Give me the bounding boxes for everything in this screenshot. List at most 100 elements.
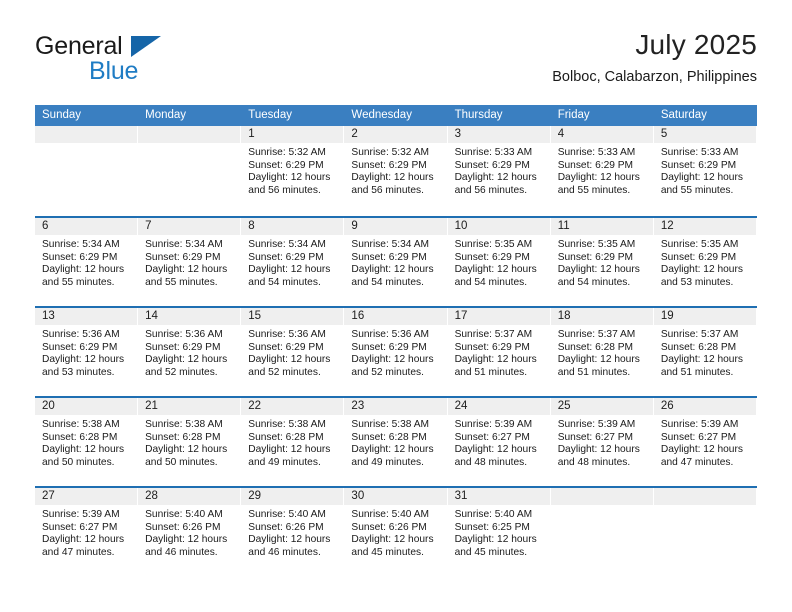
daylight-text-line1: Daylight: 12 hours <box>248 534 331 546</box>
daylight-text-line2: and 54 minutes. <box>557 276 631 288</box>
day-cell[interactable]: 8 Sunrise: 5:34 AM Sunset: 6:29 PM Daylight… <box>241 218 345 306</box>
sunrise-text: Sunrise: 5:39 AM <box>660 419 739 430</box>
day-cell[interactable]: 22 Sunrise: 5:38 AM Sunset: 6:28 PM Dayligh… <box>241 398 345 486</box>
day-cell[interactable]: 19 Sunrise: 5:37 AM Sunset: 6:28 PM Dayligh… <box>653 308 757 396</box>
sunset-text: Sunset: 6:29 PM <box>557 159 634 171</box>
daylight-text-line2: and 55 minutes. <box>145 276 218 288</box>
day-number: 16 <box>351 310 365 322</box>
day-cell[interactable]: 3 Sunrise: 5:33 AM Sunset: 6:29 PM Daylight… <box>447 126 551 214</box>
logo-text-general: General <box>35 32 123 60</box>
day-cell[interactable] <box>653 488 757 576</box>
sunset-text: Sunset: 6:27 PM <box>660 431 737 443</box>
day-number: 2 <box>351 128 358 140</box>
day-cell[interactable] <box>35 126 139 214</box>
day-cell[interactable]: 24 Sunrise: 5:39 AM Sunset: 6:27 PM Dayligh… <box>447 398 551 486</box>
sunrise-text: Sunrise: 5:35 AM <box>660 239 739 250</box>
day-cell[interactable]: 7 Sunrise: 5:34 AM Sunset: 6:29 PM Daylight… <box>138 218 242 306</box>
day-number: 27 <box>42 490 55 502</box>
sunrise-text: Sunrise: 5:36 AM <box>351 329 430 340</box>
day-number: 9 <box>351 220 358 232</box>
daylight-text-line2: and 56 minutes. <box>351 184 424 196</box>
sunrise-text: Sunrise: 5:38 AM <box>351 419 430 430</box>
day-cell[interactable]: 28 Sunrise: 5:40 AM Sunset: 6:26 PM Dayligh… <box>138 488 242 576</box>
day-number: 11 <box>557 220 570 232</box>
day-cell[interactable]: 20 Sunrise: 5:38 AM Sunset: 6:28 PM Dayligh… <box>35 398 139 486</box>
sunrise-text: Sunrise: 5:40 AM <box>248 509 326 520</box>
sunset-text: Sunset: 6:27 PM <box>42 521 118 533</box>
day-number: 1 <box>248 128 255 140</box>
daylight-text-line1: Daylight: 12 hours <box>557 172 640 184</box>
sunrise-text: Sunrise: 5:39 AM <box>454 419 533 430</box>
day-number: 15 <box>248 310 262 322</box>
day-cell[interactable]: 26 Sunrise: 5:39 AM Sunset: 6:27 PM Dayligh… <box>653 398 757 486</box>
day-number: 12 <box>660 220 674 232</box>
day-cell[interactable]: 9 Sunrise: 5:34 AM Sunset: 6:29 PM Daylight… <box>344 218 448 306</box>
day-cell[interactable]: 4 Sunrise: 5:33 AM Sunset: 6:29 PM Daylight… <box>550 126 654 214</box>
day-cell[interactable]: 10 Sunrise: 5:35 AM Sunset: 6:29 PM Dayligh… <box>447 218 551 306</box>
daylight-text-line2: and 56 minutes. <box>248 184 321 196</box>
day-cell[interactable]: 5 Sunrise: 5:33 AM Sunset: 6:29 PM Daylight… <box>653 126 757 214</box>
sunset-text: Sunset: 6:26 PM <box>248 521 324 533</box>
day-cell[interactable] <box>550 488 654 576</box>
day-cell[interactable]: 14 Sunrise: 5:36 AM Sunset: 6:29 PM Dayligh… <box>138 308 242 396</box>
day-number: 8 <box>248 220 255 232</box>
location-subtitle: Bolboc, Calabarzon, Philippines <box>552 69 757 85</box>
daylight-text-line2: and 55 minutes. <box>42 276 115 288</box>
daylight-text-line1: Daylight: 12 hours <box>454 172 537 184</box>
sunrise-text: Sunrise: 5:36 AM <box>145 329 223 340</box>
day-cell[interactable]: 18 Sunrise: 5:37 AM Sunset: 6:28 PM Dayligh… <box>550 308 654 396</box>
day-cell[interactable]: 27 Sunrise: 5:39 AM Sunset: 6:27 PM Dayligh… <box>35 488 139 576</box>
calendar-week-row: 27 Sunrise: 5:39 AM Sunset: 6:27 PM Dayligh… <box>35 486 757 576</box>
day-cell[interactable]: 16 Sunrise: 5:36 AM Sunset: 6:29 PM Dayligh… <box>344 308 448 396</box>
sunrise-text: Sunrise: 5:34 AM <box>248 239 326 250</box>
daylight-text-line1: Daylight: 12 hours <box>660 264 743 276</box>
day-cell[interactable]: 29 Sunrise: 5:40 AM Sunset: 6:26 PM Dayligh… <box>241 488 345 576</box>
day-cell[interactable]: 31 Sunrise: 5:40 AM Sunset: 6:25 PM Dayligh… <box>447 488 551 576</box>
daylight-text-line1: Daylight: 12 hours <box>42 444 125 456</box>
logo-triangle-icon <box>131 36 161 57</box>
day-cell[interactable]: 30 Sunrise: 5:40 AM Sunset: 6:26 PM Dayligh… <box>344 488 448 576</box>
title-block: July 2025 Bolboc, Calabarzon, Philippine… <box>237 28 757 86</box>
sunset-text: Sunset: 6:28 PM <box>248 431 324 443</box>
day-cell[interactable]: 23 Sunrise: 5:38 AM Sunset: 6:28 PM Dayligh… <box>344 398 448 486</box>
sunset-text: Sunset: 6:29 PM <box>351 341 427 353</box>
day-cell[interactable]: 15 Sunrise: 5:36 AM Sunset: 6:29 PM Dayligh… <box>241 308 345 396</box>
daylight-text-line1: Daylight: 12 hours <box>42 354 125 366</box>
page-header: General Blue July 2025 Bolboc, Calabarzo… <box>35 28 757 100</box>
day-number: 6 <box>42 220 49 232</box>
day-cell[interactable]: 13 Sunrise: 5:36 AM Sunset: 6:29 PM Dayligh… <box>35 308 139 396</box>
day-cell[interactable]: 1 Sunrise: 5:32 AM Sunset: 6:29 PM Daylight… <box>241 126 345 214</box>
sunset-text: Sunset: 6:27 PM <box>557 431 634 443</box>
sunset-text: Sunset: 6:28 PM <box>145 431 221 443</box>
general-blue-logo[interactable]: General Blue <box>35 32 255 90</box>
daylight-text-line2: and 55 minutes. <box>660 184 734 196</box>
day-cell[interactable] <box>138 126 242 214</box>
daylight-text-line1: Daylight: 12 hours <box>351 534 434 546</box>
day-number: 20 <box>42 400 55 412</box>
sunrise-text: Sunrise: 5:34 AM <box>351 239 430 250</box>
daylight-text-line2: and 47 minutes. <box>42 546 115 558</box>
day-cell[interactable]: 11 Sunrise: 5:35 AM Sunset: 6:29 PM Dayligh… <box>550 218 654 306</box>
day-cell[interactable]: 2 Sunrise: 5:32 AM Sunset: 6:29 PM Daylight… <box>344 126 448 214</box>
day-number: 30 <box>351 490 365 502</box>
daylight-text-line1: Daylight: 12 hours <box>351 172 434 184</box>
daylight-text-line1: Daylight: 12 hours <box>660 354 743 366</box>
day-cell[interactable]: 21 Sunrise: 5:38 AM Sunset: 6:28 PM Dayligh… <box>138 398 242 486</box>
day-header-monday: Monday <box>145 109 187 121</box>
sunrise-text: Sunrise: 5:40 AM <box>351 509 430 520</box>
day-cell[interactable]: 12 Sunrise: 5:35 AM Sunset: 6:29 PM Dayligh… <box>653 218 757 306</box>
day-cell[interactable]: 6 Sunrise: 5:34 AM Sunset: 6:29 PM Daylight… <box>35 218 139 306</box>
calendar-week-row: 6 Sunrise: 5:34 AM Sunset: 6:29 PM Daylight… <box>35 216 757 306</box>
daylight-text-line2: and 52 minutes. <box>351 366 424 378</box>
daylight-text-line2: and 51 minutes. <box>557 366 631 378</box>
day-cell[interactable]: 17 Sunrise: 5:37 AM Sunset: 6:29 PM Dayligh… <box>447 308 551 396</box>
daylight-text-line2: and 50 minutes. <box>145 456 218 468</box>
daylight-text-line1: Daylight: 12 hours <box>351 264 434 276</box>
day-header-wednesday: Wednesday <box>351 109 412 121</box>
day-header-saturday: Saturday <box>660 109 707 121</box>
daylight-text-line2: and 53 minutes. <box>660 276 734 288</box>
day-cell[interactable]: 25 Sunrise: 5:39 AM Sunset: 6:27 PM Dayligh… <box>550 398 654 486</box>
day-header-thursday: Thursday <box>454 109 503 121</box>
daylight-text-line2: and 51 minutes. <box>454 366 528 378</box>
logo-text-blue: Blue <box>89 57 139 85</box>
